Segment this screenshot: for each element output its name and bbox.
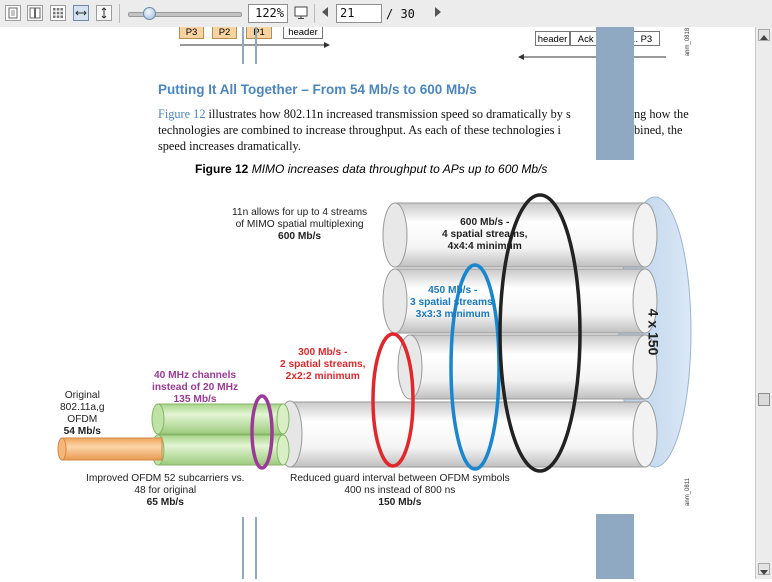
- label-original: Original 802.11a,g OFDM 54 Mb/s: [60, 390, 105, 437]
- viewer-toolbar: 122% 21 / 30: [0, 0, 772, 28]
- fit-height-icon: [101, 7, 107, 19]
- toolbar-separator: [119, 4, 120, 23]
- fit-width-icon: [75, 10, 87, 16]
- grid-icon: [53, 8, 63, 18]
- vertical-scrollbar[interactable]: [755, 27, 772, 579]
- orange-pipe: [57, 437, 163, 461]
- label-guard: Reduced guard interval between OFDM symb…: [290, 473, 510, 508]
- toolbar-separator: [314, 4, 315, 23]
- overlay-band: [596, 27, 634, 160]
- single-page-view-button[interactable]: [5, 5, 21, 21]
- pipe-end: [632, 400, 658, 468]
- label-4x150: 4 x 150: [645, 308, 662, 356]
- triangle-down-icon: [760, 570, 768, 575]
- zoom-slider-thumb[interactable]: [143, 7, 156, 20]
- triangle-up-icon: [760, 35, 768, 40]
- figure-id-label: anm_0811: [684, 478, 691, 506]
- scroll-down-button[interactable]: [758, 563, 770, 575]
- scrollbar-thumb[interactable]: [758, 393, 770, 406]
- overlay-line: [255, 27, 257, 64]
- two-page-icon: [29, 7, 41, 19]
- triangle-left-icon: [322, 7, 328, 17]
- page-number-input[interactable]: 21: [336, 4, 382, 23]
- overlay-band: [596, 514, 634, 579]
- label-450: 450 Mb/s - 3 spatial streams, 3x3:3 mini…: [410, 285, 496, 320]
- label-11n: 11n allows for up to 4 streams of MIMO s…: [232, 207, 368, 242]
- label-40mhz: 40 MHz channels instead of 20 MHz 135 Mb…: [152, 370, 239, 405]
- document-page: P3 P2 P1 header header Ack P1, P2, ... P…: [0, 27, 755, 579]
- next-page-button[interactable]: [431, 5, 447, 21]
- monitor-icon: [294, 6, 308, 19]
- single-page-icon: [8, 7, 18, 19]
- label-ofdm52: Improved OFDM 52 subcarriers vs. 48 for …: [86, 473, 245, 508]
- zoom-input[interactable]: 122%: [248, 4, 288, 23]
- label-600: 600 Mb/s - 4 spatial streams, 4x4:4 mini…: [442, 217, 528, 252]
- two-page-view-button[interactable]: [27, 5, 43, 21]
- fit-height-button[interactable]: [96, 5, 112, 21]
- label-300: 300 Mb/s - 2 spatial streams, 2x2:2 mini…: [280, 347, 366, 382]
- fit-width-button[interactable]: [73, 5, 89, 21]
- page-total-label: / 30: [386, 7, 415, 21]
- overlay-line: [255, 517, 257, 579]
- overlay-line: [242, 27, 244, 64]
- presentation-mode-button[interactable]: [293, 5, 309, 21]
- triangle-right-icon: [435, 7, 441, 17]
- overlay-line: [242, 517, 244, 579]
- base-pipe: [289, 401, 646, 468]
- previous-page-button[interactable]: [319, 5, 335, 21]
- scroll-up-button[interactable]: [758, 29, 770, 41]
- grid-view-button[interactable]: [50, 5, 66, 21]
- stream-pipe: [397, 334, 658, 400]
